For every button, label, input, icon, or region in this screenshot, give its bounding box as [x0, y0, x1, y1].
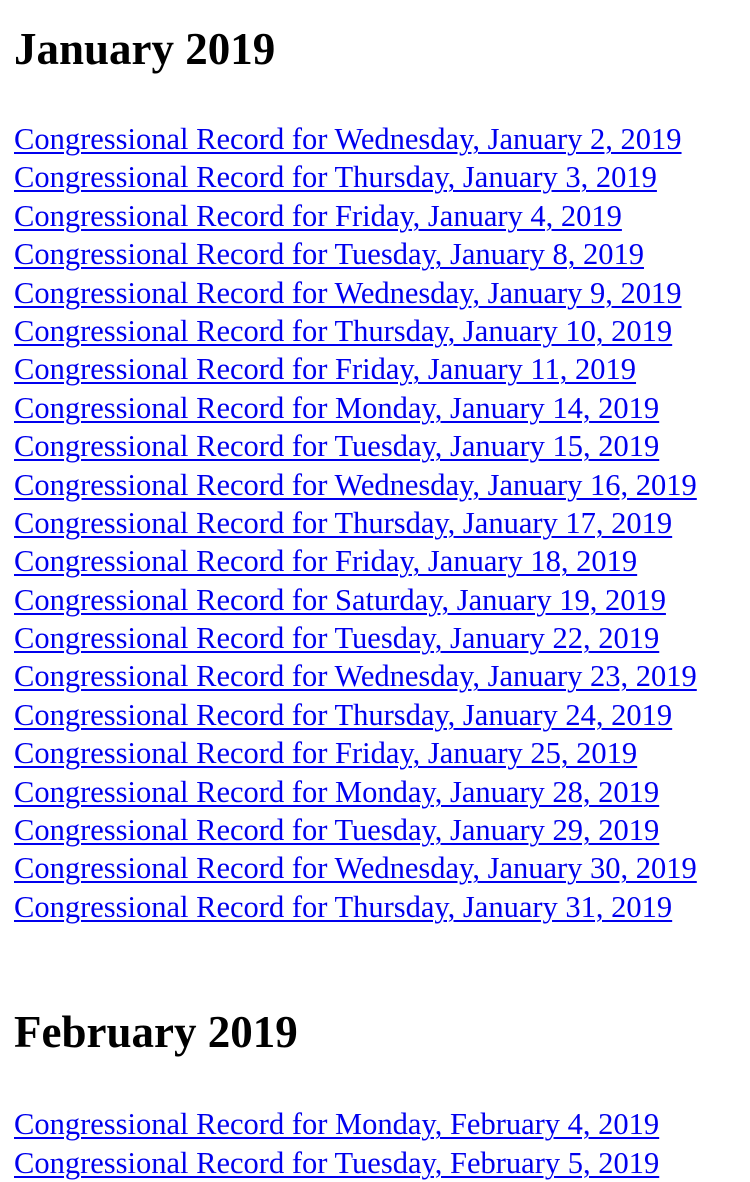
- list-item: Congressional Record for Tuesday, Januar…: [14, 427, 750, 465]
- list-item: Congressional Record for Tuesday, Februa…: [14, 1144, 750, 1182]
- list-item: Congressional Record for Thursday, Janua…: [14, 504, 750, 542]
- congressional-record-link[interactable]: Congressional Record for Monday, January…: [14, 775, 659, 809]
- list-item: Congressional Record for Friday, January…: [14, 350, 750, 388]
- congressional-record-link[interactable]: Congressional Record for Tuesday, Januar…: [14, 813, 659, 847]
- congressional-record-link[interactable]: Congressional Record for Tuesday, Februa…: [14, 1146, 659, 1180]
- list-item: Congressional Record for Wednesday, Janu…: [14, 120, 750, 158]
- list-item: Congressional Record for Tuesday, Januar…: [14, 811, 750, 849]
- congressional-record-link[interactable]: Congressional Record for Friday, January…: [14, 352, 636, 386]
- congressional-record-link[interactable]: Congressional Record for Friday, January…: [14, 199, 622, 233]
- list-item: Congressional Record for Thursday, Janua…: [14, 696, 750, 734]
- list-item: Congressional Record for Wednesday, Janu…: [14, 657, 750, 695]
- list-item: Congressional Record for Tuesday, Januar…: [14, 619, 750, 657]
- congressional-record-link[interactable]: Congressional Record for Monday, Februar…: [14, 1107, 659, 1141]
- page: January 2019 Congressional Record for We…: [0, 0, 750, 1182]
- list-item: Congressional Record for Friday, January…: [14, 734, 750, 772]
- list-item: Congressional Record for Thursday, Janua…: [14, 312, 750, 350]
- list-item: Congressional Record for Wednesday, Janu…: [14, 274, 750, 312]
- congressional-record-link[interactable]: Congressional Record for Wednesday, Janu…: [14, 276, 682, 310]
- congressional-record-link[interactable]: Congressional Record for Thursday, Janua…: [14, 314, 672, 348]
- congressional-record-link[interactable]: Congressional Record for Tuesday, Januar…: [14, 429, 659, 463]
- congressional-record-link[interactable]: Congressional Record for Saturday, Janua…: [14, 583, 666, 617]
- congressional-record-link[interactable]: Congressional Record for Tuesday, Januar…: [14, 621, 659, 655]
- list-item: Congressional Record for Thursday, Janua…: [14, 888, 750, 926]
- congressional-record-link[interactable]: Congressional Record for Wednesday, Janu…: [14, 851, 697, 885]
- congressional-record-link[interactable]: Congressional Record for Friday, January…: [14, 736, 637, 770]
- congressional-record-link[interactable]: Congressional Record for Thursday, Janua…: [14, 160, 657, 194]
- list-item: Congressional Record for Wednesday, Janu…: [14, 849, 750, 887]
- list-item: Congressional Record for Monday, Februar…: [14, 1105, 750, 1143]
- month-heading-january: January 2019: [14, 24, 276, 74]
- congressional-record-link[interactable]: Congressional Record for Monday, January…: [14, 391, 659, 425]
- record-list-february: Congressional Record for Monday, Februar…: [14, 1105, 750, 1182]
- list-item: Congressional Record for Friday, January…: [14, 542, 750, 580]
- list-item: Congressional Record for Friday, January…: [14, 197, 750, 235]
- congressional-record-link[interactable]: Congressional Record for Tuesday, Januar…: [14, 237, 644, 271]
- congressional-record-link[interactable]: Congressional Record for Wednesday, Janu…: [14, 468, 697, 502]
- congressional-record-link[interactable]: Congressional Record for Thursday, Janua…: [14, 698, 672, 732]
- month-heading-february: February 2019: [14, 1007, 298, 1058]
- congressional-record-link[interactable]: Congressional Record for Thursday, Janua…: [14, 890, 672, 924]
- list-item: Congressional Record for Monday, January…: [14, 389, 750, 427]
- list-item: Congressional Record for Wednesday, Janu…: [14, 466, 750, 504]
- congressional-record-link[interactable]: Congressional Record for Wednesday, Janu…: [14, 659, 697, 693]
- record-list-january: Congressional Record for Wednesday, Janu…: [14, 120, 750, 926]
- congressional-record-link[interactable]: Congressional Record for Thursday, Janua…: [14, 506, 672, 540]
- list-item: Congressional Record for Tuesday, Januar…: [14, 235, 750, 273]
- list-item: Congressional Record for Monday, January…: [14, 773, 750, 811]
- list-item: Congressional Record for Thursday, Janua…: [14, 158, 750, 196]
- list-item: Congressional Record for Saturday, Janua…: [14, 581, 750, 619]
- congressional-record-link[interactable]: Congressional Record for Friday, January…: [14, 544, 637, 578]
- congressional-record-link[interactable]: Congressional Record for Wednesday, Janu…: [14, 122, 682, 156]
